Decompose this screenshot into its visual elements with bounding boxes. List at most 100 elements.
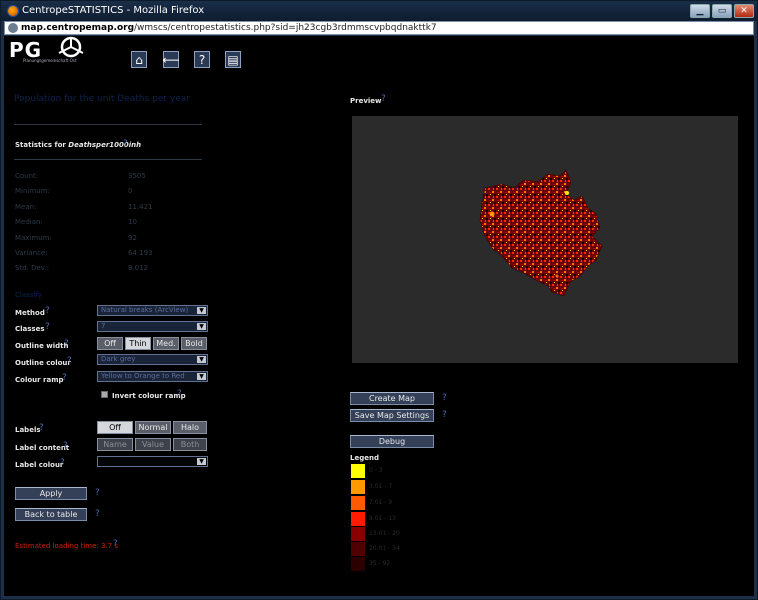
legend-swatch — [351, 512, 365, 526]
label-content-value[interactable]: Value — [135, 438, 171, 451]
logo-wing-icon — [58, 36, 84, 58]
method-select[interactable]: Natural breaks (ArcView) ▼ — [97, 305, 208, 316]
stats-help-icon[interactable]: ? — [123, 139, 128, 149]
stat-label: Median: — [15, 218, 43, 226]
apply-button[interactable]: Apply — [15, 487, 87, 500]
stat-value: 11.421 — [128, 203, 153, 211]
outline-width-bold[interactable]: Bold — [181, 337, 207, 350]
debug-button[interactable]: Debug — [350, 435, 434, 448]
outline-colour-value: Dark grey — [101, 355, 136, 363]
labels-off[interactable]: Off — [97, 421, 133, 434]
legend-label: 9.01 - 13 — [369, 515, 396, 522]
estimate-help-icon[interactable]: ? — [113, 539, 118, 549]
labels-normal[interactable]: Normal — [135, 421, 171, 434]
back-to-table-button[interactable]: Back to table — [15, 508, 87, 521]
method-help-icon[interactable]: ? — [45, 306, 50, 316]
stat-value: 3505 — [128, 172, 146, 180]
chevron-down-icon: ▼ — [197, 356, 206, 363]
url-path: /wmscs/centropestatistics.php?sid=jh23cg… — [134, 23, 437, 33]
colour-ramp-select[interactable]: Yellow to Orange to Red ▼ — [97, 371, 208, 382]
outline-colour-help-icon[interactable]: ? — [67, 356, 72, 366]
chevron-down-icon: ▼ — [197, 458, 206, 465]
classes-select[interactable]: 7 ▼ — [97, 321, 208, 332]
outline-width-label: Outline width — [15, 342, 69, 350]
legend-swatch — [351, 557, 365, 571]
table-icon[interactable]: ▤ — [225, 51, 241, 68]
map-preview[interactable] — [352, 116, 738, 363]
home-icon[interactable]: ⌂ — [131, 51, 147, 68]
colour-ramp-value: Yellow to Orange to Red — [101, 372, 185, 380]
window-title: CentropeSTATISTICS - Mozilla Firefox — [22, 5, 205, 16]
legend-swatch — [351, 496, 365, 510]
classify-heading: Classify — [15, 291, 42, 299]
legend-swatch — [351, 527, 365, 541]
outline-colour-label: Outline colour — [15, 359, 71, 367]
stat-value: 0 — [128, 187, 133, 195]
colour-ramp-help-icon[interactable]: ? — [62, 373, 67, 383]
chevron-down-icon: ▼ — [197, 323, 206, 330]
method-label: Method — [15, 309, 45, 317]
label-content-label: Label content — [15, 444, 70, 452]
classes-label: Classes — [15, 325, 45, 333]
label-content-name[interactable]: Name — [97, 438, 133, 451]
stat-value: 10 — [128, 218, 137, 226]
back-help-icon[interactable]: ? — [95, 509, 100, 519]
legend-label: 20.01 - 34 — [369, 545, 400, 552]
preview-help-icon[interactable]: ? — [381, 94, 386, 104]
choropleth-map — [479, 169, 603, 297]
pgo-logo[interactable]: PG Planungsgemeinschaft Ost — [9, 36, 99, 70]
label-content-help-icon[interactable]: ? — [63, 441, 68, 451]
method-value: Natural breaks (ArcView) — [101, 306, 189, 314]
outline-colour-select[interactable]: Dark grey ▼ — [97, 354, 208, 365]
title-bar[interactable]: CentropeSTATISTICS - Mozilla Firefox ▁ ▭… — [1, 1, 757, 21]
legend-label: 35 - 92 — [369, 560, 391, 567]
stat-value: 8.012 — [128, 264, 149, 272]
help-icon[interactable]: ? — [194, 51, 210, 68]
outline-width-thin[interactable]: Thin — [125, 337, 151, 350]
label-content-both[interactable]: Both — [173, 438, 207, 451]
labels-help-icon[interactable]: ? — [39, 423, 44, 433]
legend-swatch — [351, 480, 365, 494]
create-map-help-icon[interactable]: ? — [442, 393, 447, 403]
colour-ramp-label: Colour ramp — [15, 376, 64, 384]
apply-help-icon[interactable]: ? — [95, 488, 100, 498]
browser-window: CentropeSTATISTICS - Mozilla Firefox ▁ ▭… — [0, 0, 758, 600]
close-button[interactable]: ✕ — [734, 4, 754, 18]
label-colour-select[interactable]: ▼ — [97, 456, 208, 467]
label-colour-help-icon[interactable]: ? — [60, 458, 65, 468]
labels-halo[interactable]: Halo — [173, 421, 207, 434]
create-map-button[interactable]: Create Map — [350, 392, 434, 405]
site-identity-icon — [8, 23, 18, 33]
preview-label: Preview — [350, 97, 382, 105]
divider — [14, 159, 202, 160]
invert-colour-ramp-checkbox[interactable] — [101, 391, 108, 398]
legend-title: Legend — [350, 454, 379, 462]
page-content: PG Planungsgemeinschaft Ost ⌂ ⟵ ? ▤ Popu… — [4, 36, 754, 596]
chevron-down-icon: ▼ — [197, 307, 206, 314]
classes-value: 7 — [101, 322, 106, 330]
stat-label: Variance: — [15, 249, 48, 257]
stat-label: Mean: — [15, 203, 37, 211]
stat-label: Maximum: — [15, 234, 52, 242]
url-domain: map.centropemap.org — [21, 23, 135, 33]
minimize-button[interactable]: ▁ — [690, 4, 710, 18]
save-map-settings-button[interactable]: Save Map Settings — [350, 409, 434, 422]
classes-help-icon[interactable]: ? — [45, 322, 50, 332]
firefox-icon — [7, 5, 19, 17]
stat-label: Count: — [15, 172, 39, 180]
invert-help-icon[interactable]: ? — [177, 389, 182, 399]
legend-label: 7.01 - 9 — [369, 499, 393, 506]
outline-width-help-icon[interactable]: ? — [64, 339, 69, 349]
divider — [14, 124, 202, 125]
outline-width-med[interactable]: Med. — [153, 337, 179, 350]
outline-width-off[interactable]: Off — [97, 337, 123, 350]
estimated-loading-time: Estimated loading time: 3.7 s — [15, 542, 119, 550]
save-help-icon[interactable]: ? — [442, 410, 447, 420]
maximize-button[interactable]: ▭ — [712, 4, 732, 18]
page-heading: Population for the unit Deaths per year — [14, 94, 190, 104]
stat-label: Std. Dev.: — [15, 264, 49, 272]
address-bar[interactable]: map.centropemap.org/wmscs/centropestatis… — [4, 21, 754, 35]
invert-colour-ramp-label: Invert colour ramp — [112, 392, 186, 400]
stat-value: 92 — [128, 234, 137, 242]
back-arrow-icon[interactable]: ⟵ — [162, 51, 180, 68]
